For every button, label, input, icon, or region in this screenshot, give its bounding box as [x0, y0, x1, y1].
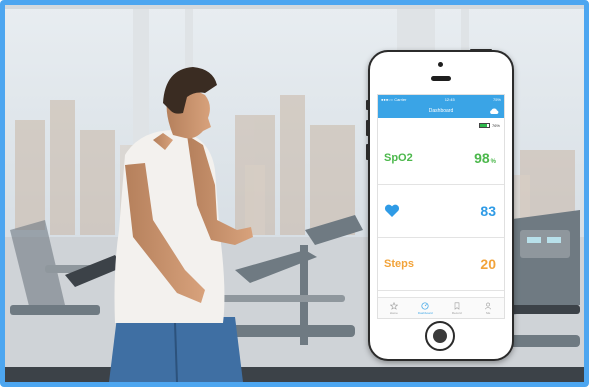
clock-label: 12:45 — [444, 97, 455, 102]
image-frame: ●●●○○ Carrier 12:45 75% Dashboard 76% Sp… — [0, 0, 589, 387]
status-bar: ●●●○○ Carrier 12:45 75% — [378, 95, 504, 104]
status-battery-label: 75% — [492, 97, 501, 102]
home-button-inner — [433, 329, 447, 343]
spo2-label: SpO2 — [384, 152, 413, 164]
power-button — [470, 49, 492, 52]
spo2-card[interactable]: SpO2 98% — [378, 132, 504, 185]
mute-switch — [366, 100, 369, 110]
tab-bar: Home Dashboard Record Me — [378, 297, 504, 318]
tab-dashboard[interactable]: Dashboard — [410, 298, 442, 318]
home-button[interactable] — [425, 321, 455, 351]
heart-icon — [384, 204, 400, 217]
carrier-label: ●●●○○ Carrier — [381, 97, 407, 102]
battery-icon — [478, 122, 490, 128]
spo2-unit: % — [490, 159, 496, 165]
person-icon — [485, 302, 492, 309]
tab-home-label: Home — [389, 310, 398, 315]
tab-me[interactable]: Me — [473, 298, 505, 318]
app-header: Dashboard — [378, 104, 504, 118]
device-battery-row: 76% — [378, 118, 504, 132]
page-title: Dashboard — [428, 108, 454, 114]
tab-dashboard-label: Dashboard — [417, 310, 433, 315]
cloud-icon[interactable] — [489, 107, 499, 115]
gauge-icon — [421, 301, 429, 310]
steps-value: 20 — [480, 256, 496, 272]
tab-record-label: Record — [451, 310, 462, 315]
battery-percent: 76% — [491, 122, 500, 128]
battery-level-fill — [479, 123, 487, 127]
tab-me-label: Me — [486, 310, 491, 315]
front-camera — [438, 62, 443, 67]
steps-label: Steps — [384, 258, 414, 270]
tab-record[interactable]: Record — [441, 298, 473, 318]
spo2-value: 98 — [474, 150, 490, 166]
steps-card[interactable]: Steps 20 — [378, 238, 504, 291]
heart-rate-value: 83 — [480, 203, 496, 219]
app-screen: ●●●○○ Carrier 12:45 75% Dashboard 76% Sp… — [377, 94, 505, 319]
volume-up-button — [366, 120, 369, 136]
star-icon — [389, 301, 398, 310]
volume-down-button — [366, 144, 369, 160]
heart-rate-card[interactable]: 83 — [378, 185, 504, 238]
smartphone: ●●●○○ Carrier 12:45 75% Dashboard 76% Sp… — [366, 49, 514, 361]
spo2-value-group: 98% — [474, 150, 496, 166]
bookmark-icon — [454, 302, 460, 310]
earpiece-speaker — [431, 76, 451, 81]
tab-home[interactable]: Home — [378, 298, 410, 318]
